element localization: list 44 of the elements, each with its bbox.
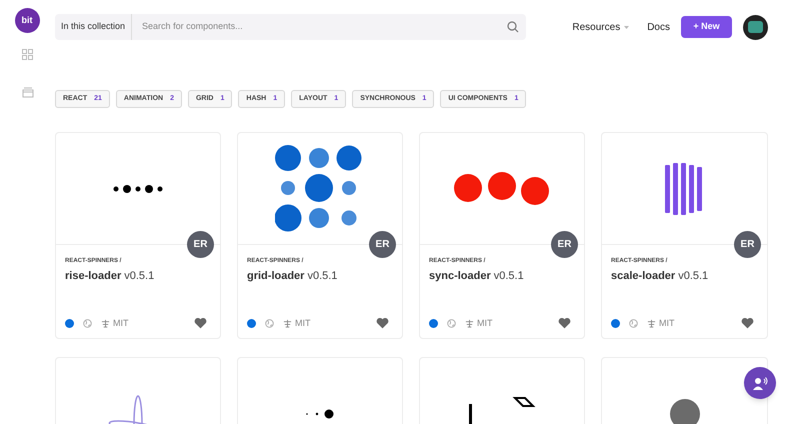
globe-icon — [265, 318, 274, 328]
license-label: MIT — [113, 316, 128, 330]
license-icon — [647, 318, 656, 328]
component-name[interactable]: sync-loader — [429, 268, 491, 284]
component-name[interactable]: grid-loader — [247, 268, 304, 284]
search-input[interactable]: Search for components... — [132, 20, 507, 34]
scope-filter[interactable]: In this collection — [55, 14, 132, 40]
license-icon — [101, 318, 110, 328]
author-avatar[interactable]: ER — [734, 231, 761, 258]
docs-link[interactable]: Docs — [647, 20, 670, 34]
license-icon — [465, 318, 474, 328]
globe-icon — [447, 318, 456, 328]
author-avatar[interactable]: ER — [551, 231, 578, 258]
author-avatar[interactable]: ER — [369, 231, 396, 258]
dots-drawing — [305, 408, 335, 418]
license-label: MIT — [477, 316, 492, 330]
globe-icon — [83, 318, 92, 328]
caret-icon — [624, 26, 630, 28]
version-label: v0.5.1 — [494, 269, 524, 284]
component-name[interactable]: scale-loader — [611, 268, 676, 284]
license-label: MIT — [295, 316, 310, 330]
resources-menu[interactable]: Resources — [572, 20, 630, 34]
dots-spinner-drawing — [113, 184, 163, 194]
component-name[interactable]: rise-loader — [65, 268, 122, 284]
version-label: v0.5.1 — [678, 269, 708, 284]
version-label: v0.5.1 — [307, 269, 338, 284]
license-label: MIT — [659, 316, 674, 330]
license-icon — [283, 318, 292, 328]
circle-drawing — [670, 398, 700, 424]
heart-icon[interactable] — [376, 317, 389, 330]
heart-icon[interactable] — [194, 317, 207, 330]
heart-icon[interactable] — [558, 317, 571, 330]
logo[interactable]: bit — [14, 8, 40, 33]
search-bar[interactable]: In this collection Search for components... — [55, 14, 526, 40]
version-label: v0.5.1 — [124, 269, 154, 284]
lines-drawing — [467, 396, 537, 424]
heart-icon[interactable] — [741, 317, 754, 330]
author-avatar[interactable]: ER — [187, 231, 214, 258]
globe-icon — [629, 318, 638, 328]
person-speaking-icon — [752, 376, 768, 390]
new-button[interactable]: + New — [681, 16, 732, 38]
user-avatar[interactable] — [743, 14, 768, 40]
bars-spinner-drawing — [664, 162, 704, 214]
search-icon[interactable] — [507, 21, 519, 33]
